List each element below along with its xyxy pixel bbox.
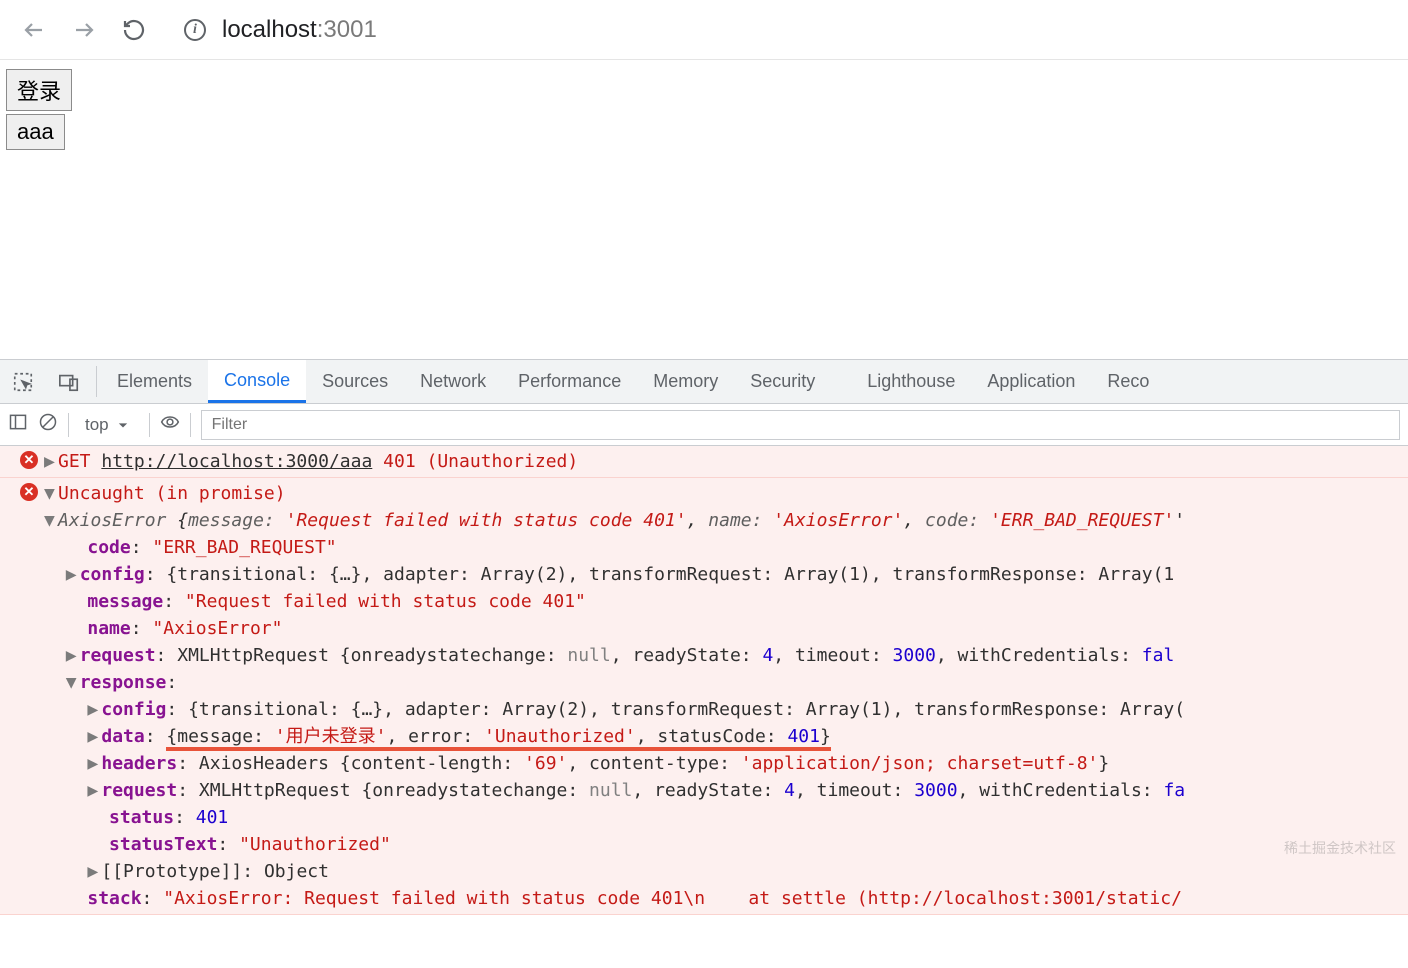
devtools-panel: Elements Console Sources Network Perform…: [0, 359, 1408, 968]
inspect-icon[interactable]: [0, 360, 46, 403]
live-expression-icon[interactable]: [160, 412, 180, 437]
console-error-row: ✕ ▶GET http://localhost:3000/aaa 401 (Un…: [0, 446, 1408, 478]
prop-response[interactable]: response: [80, 672, 167, 693]
expand-icon[interactable]: ▶: [87, 696, 101, 723]
expand-icon[interactable]: ▶: [87, 858, 101, 885]
tab-elements[interactable]: Elements: [101, 360, 208, 403]
context-select[interactable]: top: [79, 413, 139, 437]
expand-icon[interactable]: ▶: [66, 642, 80, 669]
url-host: localhost: [222, 16, 317, 43]
prop-response-statustext[interactable]: statusText: [109, 834, 217, 855]
console-filter-input[interactable]: [201, 410, 1400, 440]
prop-code[interactable]: code: [87, 537, 130, 558]
url-port: :3001: [317, 16, 377, 43]
tab-security[interactable]: Security: [734, 360, 831, 403]
reload-button[interactable]: [120, 16, 148, 44]
url-display[interactable]: localhost:3001: [222, 16, 377, 44]
prop-stack[interactable]: stack: [87, 888, 141, 909]
prop-prototype[interactable]: [[Prototype]]: [101, 861, 242, 882]
prop-response-status[interactable]: status: [109, 807, 174, 828]
prop-name[interactable]: name: [87, 618, 130, 639]
collapse-icon[interactable]: ▼: [44, 507, 58, 534]
console-toolbar: top: [0, 404, 1408, 446]
tab-memory[interactable]: Memory: [637, 360, 734, 403]
http-status: 401 (Unauthorized): [383, 451, 578, 472]
uncaught-label: Uncaught (in promise): [58, 483, 286, 504]
devtools-tabs: Elements Console Sources Network Perform…: [0, 360, 1408, 404]
tab-console[interactable]: Console: [208, 360, 306, 403]
info-icon[interactable]: i: [184, 19, 206, 41]
expand-icon[interactable]: ▶: [87, 777, 101, 804]
console-error-row: ✕ ▼Uncaught (in promise) ▼AxiosError {me…: [0, 478, 1408, 915]
back-button: [20, 16, 48, 44]
prop-message[interactable]: message: [87, 591, 163, 612]
watermark: 稀土掘金技术社区: [1284, 835, 1396, 862]
aaa-button[interactable]: aaa: [6, 114, 65, 150]
tab-recorder[interactable]: Reco: [1091, 360, 1165, 403]
chevron-down-icon: [113, 415, 133, 435]
tab-performance[interactable]: Performance: [502, 360, 637, 403]
forward-button: [70, 16, 98, 44]
prop-response-config[interactable]: config: [101, 699, 166, 720]
collapse-icon[interactable]: ▼: [66, 669, 80, 696]
login-button[interactable]: 登录: [6, 69, 72, 111]
console-output: ✕ ▶GET http://localhost:3000/aaa 401 (Un…: [0, 446, 1408, 968]
error-type: AxiosError: [58, 510, 177, 531]
tab-sources[interactable]: Sources: [306, 360, 404, 403]
tab-application[interactable]: Application: [971, 360, 1091, 403]
expand-icon[interactable]: ▶: [87, 723, 101, 750]
device-toggle-icon[interactable]: [46, 360, 92, 403]
prop-response-data[interactable]: data: [101, 726, 144, 747]
request-url[interactable]: http://localhost:3000/aaa: [101, 451, 372, 472]
tab-lighthouse[interactable]: Lighthouse: [851, 360, 971, 403]
expand-icon[interactable]: ▶: [66, 561, 80, 588]
clear-console-icon[interactable]: [38, 412, 58, 437]
sidebar-toggle-icon[interactable]: [8, 412, 28, 437]
expand-icon[interactable]: ▶: [87, 750, 101, 777]
error-icon: ✕: [20, 483, 38, 501]
collapse-icon[interactable]: ▼: [44, 480, 58, 507]
prop-request[interactable]: request: [80, 645, 156, 666]
error-icon: ✕: [20, 451, 38, 469]
expand-icon[interactable]: ▶: [44, 448, 58, 475]
prop-response-request[interactable]: request: [101, 780, 177, 801]
prop-response-headers[interactable]: headers: [101, 753, 177, 774]
browser-address-bar: i localhost:3001: [0, 0, 1408, 60]
tab-network[interactable]: Network: [404, 360, 502, 403]
http-method: GET: [58, 451, 91, 472]
prop-config[interactable]: config: [80, 564, 145, 585]
page-content: 登录 aaa: [0, 60, 1408, 159]
context-select-label: top: [85, 415, 109, 435]
